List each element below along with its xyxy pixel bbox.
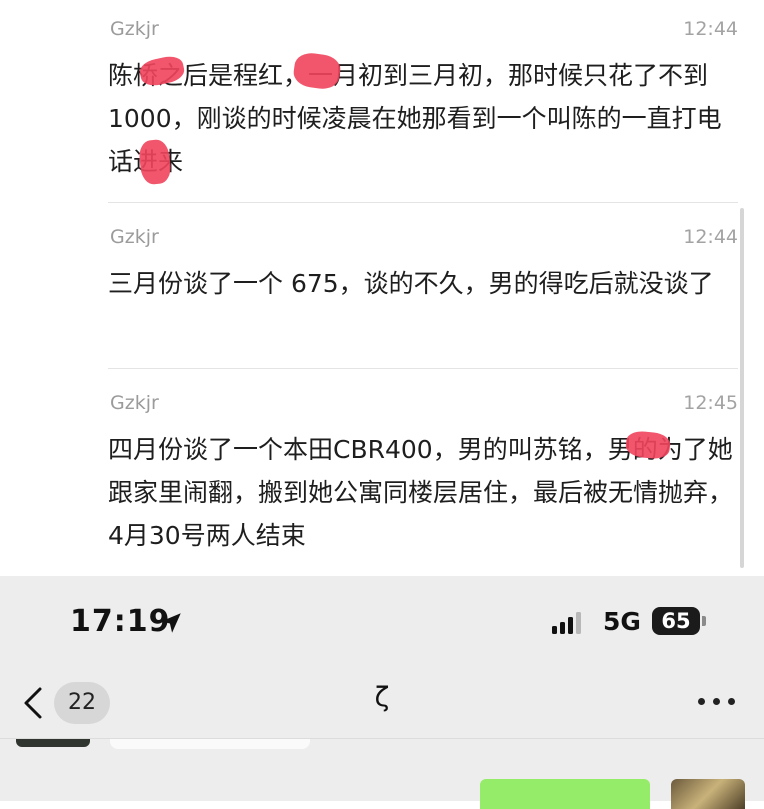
message-time: 12:45 [683,392,738,414]
battery-icon: 65 [652,607,700,635]
chat-title: ζ [374,682,390,713]
battery-tip [702,616,706,626]
battery-level: 65 [661,609,691,633]
chat-header: 17:19 5G 65 22 ζ [0,576,764,809]
divider [108,202,738,203]
divider [108,368,738,369]
more-dots-icon[interactable] [696,692,740,712]
message-time: 12:44 [683,226,738,248]
nav-bar: 22 ζ [0,668,764,738]
message-sender: Gzkjr [110,392,159,414]
message-item[interactable]: Gzkjr 12:44 陈桥之后是程红，一月初到三月初，那时候只花了不到1000… [108,18,738,183]
message-item[interactable]: Gzkjr 12:44 三月份谈了一个 675，谈的不久，男的得吃后就没谈了 [108,226,738,305]
message-item[interactable]: Gzkjr 12:45 四月份谈了一个本田CBR400，男的叫苏铭，男的为了她跟… [108,392,738,557]
message-sender: Gzkjr [110,226,159,248]
network-type: 5G [603,607,641,636]
status-time: 17:19 [70,604,171,639]
avatar[interactable] [671,779,745,809]
message-time: 12:44 [683,18,738,40]
incoming-message-bubble[interactable] [110,739,310,749]
image-message-thumbnail[interactable] [16,739,90,747]
status-bar: 17:19 5G 65 [0,576,764,668]
message-sender: Gzkjr [110,18,159,40]
outgoing-message-bubble[interactable] [480,779,650,809]
message-text: 三月份谈了一个 675，谈的不久，男的得吃后就没谈了 [108,269,714,298]
message-list: Gzkjr 12:44 陈桥之后是程红，一月初到三月初，那时候只花了不到1000… [0,0,764,576]
scrollbar[interactable] [740,208,744,568]
signal-bars-icon [552,612,584,638]
chat-area [0,738,764,809]
location-arrow-icon [158,610,184,640]
message-text: 陈桥之后是程红，一月初到三月初，那时候只花了不到1000，刚谈的时候凌晨在她那看… [108,61,722,176]
